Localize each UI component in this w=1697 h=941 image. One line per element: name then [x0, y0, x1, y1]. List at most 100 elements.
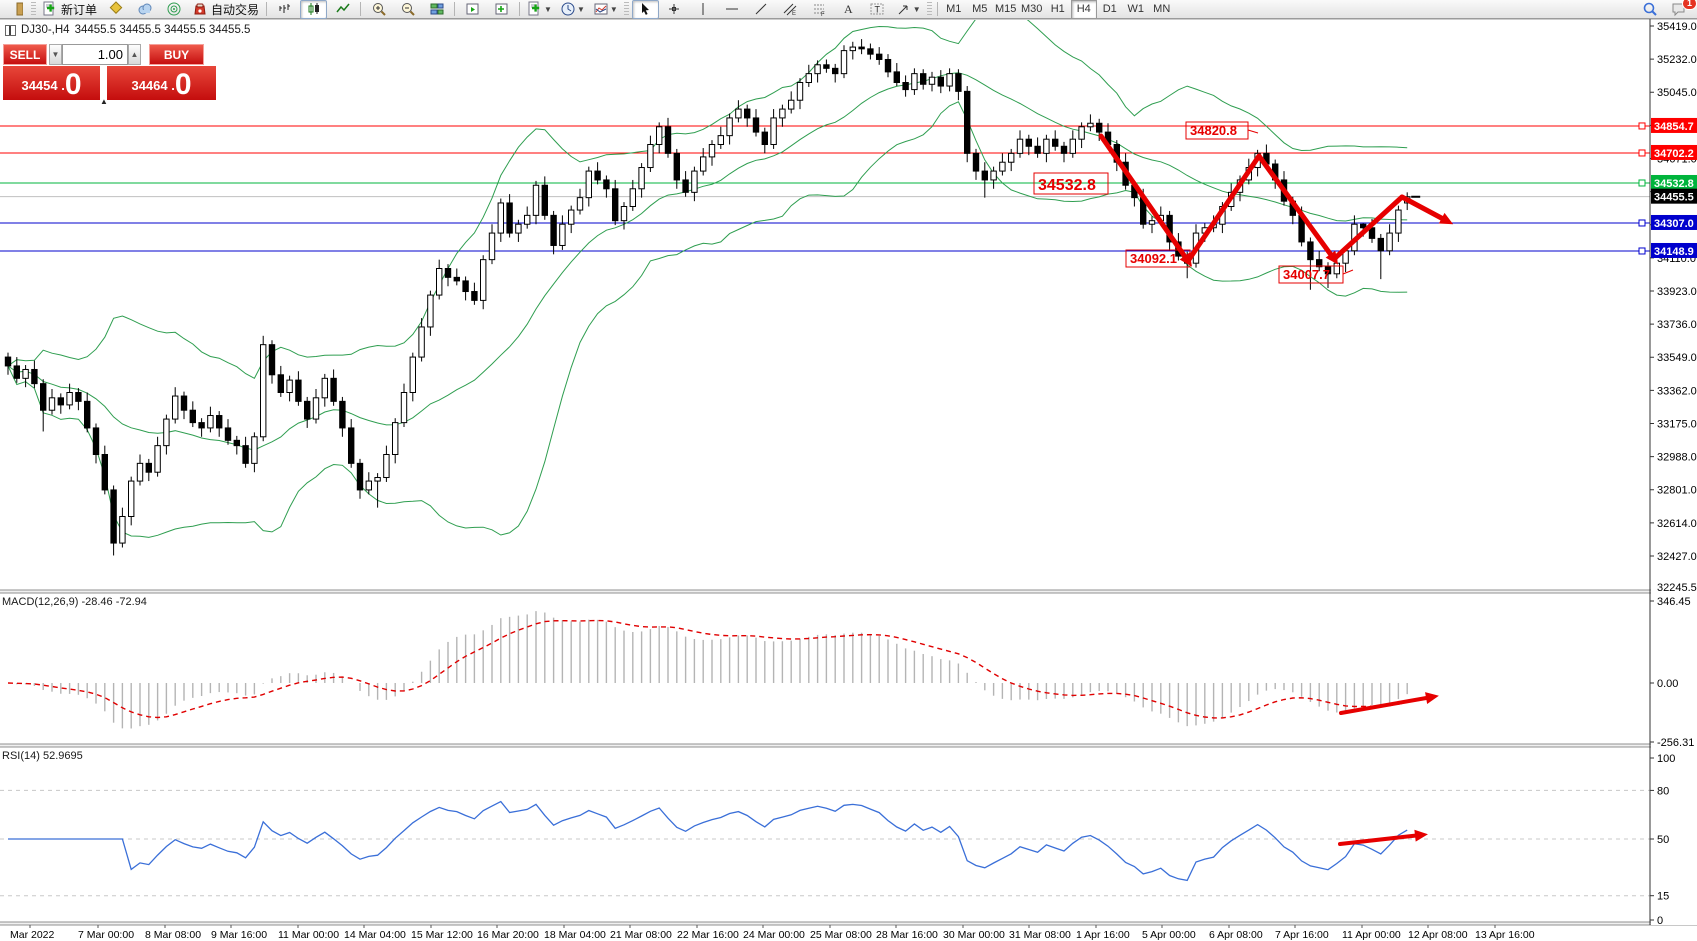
arrows-tool-button[interactable]: ▼ — [893, 0, 924, 19]
svg-text:35232.0: 35232.0 — [1657, 54, 1697, 66]
zoom-in-button[interactable] — [365, 0, 392, 19]
new-order-button[interactable]: 新订单 — [39, 0, 100, 19]
svg-text:32801.0: 32801.0 — [1657, 485, 1697, 497]
cursor-tool-button[interactable] — [632, 0, 659, 19]
svg-text:32245.5: 32245.5 — [1657, 582, 1697, 594]
svg-text:21 Mar 08:00: 21 Mar 08:00 — [610, 929, 672, 941]
annotation-label[interactable]: 34532.8 — [1038, 177, 1096, 194]
navigator-button[interactable] — [160, 0, 187, 19]
svg-text:22 Mar 16:00: 22 Mar 16:00 — [677, 929, 739, 941]
line-chart-button[interactable] — [329, 0, 356, 19]
svg-text:A: A — [844, 2, 853, 16]
timeframe-w1-button[interactable]: W1 — [1123, 0, 1149, 19]
svg-text:33736.0: 33736.0 — [1657, 319, 1697, 331]
bar-chart-button[interactable] — [271, 0, 298, 19]
buy-price[interactable]: 34464 .0 — [107, 66, 216, 100]
new-order-button-label: 新订单 — [61, 1, 97, 18]
current-price-label: 34455.5 — [1654, 192, 1694, 204]
svg-text:34307.0: 34307.0 — [1654, 218, 1694, 230]
radar-icon — [166, 1, 182, 17]
clock-icon — [560, 1, 576, 17]
dropdown-arrow-icon: ▼ — [577, 5, 585, 14]
timeframe-h1-button[interactable]: H1 — [1045, 0, 1071, 19]
crosshair-tool-button[interactable] — [661, 0, 688, 19]
annotation-label[interactable]: 34092.1 — [1130, 251, 1177, 266]
notification-badge: 1 — [1682, 0, 1697, 10]
indicator-icon — [593, 1, 609, 17]
crosshair-icon — [666, 1, 682, 17]
timeframe-mn-button[interactable]: MN — [1149, 0, 1175, 19]
new-chart-button[interactable]: ▼ — [524, 0, 555, 19]
text-tool-button[interactable]: A — [835, 0, 862, 19]
autotrading-button[interactable]: 自动交易 — [189, 0, 262, 19]
clipped-icon[interactable] — [1, 0, 28, 19]
timeframe-m15-button[interactable]: M15 — [993, 0, 1019, 19]
panel-collapse-toggle[interactable]: ▲ — [100, 97, 108, 106]
svg-text:34854.7: 34854.7 — [1654, 121, 1694, 133]
toolbar-separator — [360, 2, 361, 16]
data-window-button[interactable] — [131, 0, 158, 19]
svg-text:18 Mar 04:00: 18 Mar 04:00 — [544, 929, 606, 941]
svg-text:-256.31: -256.31 — [1657, 737, 1694, 749]
svg-text:11 Apr 00:00: 11 Apr 00:00 — [1342, 929, 1401, 941]
volume-decrease-button[interactable]: ▼ — [49, 44, 62, 65]
vertical-line-tool-button[interactable] — [690, 0, 717, 19]
svg-text:24 Mar 00:00: 24 Mar 00:00 — [743, 929, 805, 941]
svg-text:80: 80 — [1657, 785, 1669, 797]
text-label-tool-button[interactable]: T — [864, 0, 891, 19]
rsi-indicator-label: RSI(14) 52.9695 — [2, 750, 83, 762]
svg-text:6 Apr 08:00: 6 Apr 08:00 — [1209, 929, 1263, 941]
sell-price-big: 0 — [65, 71, 82, 99]
timeframe-m1-button[interactable]: M1 — [941, 0, 967, 19]
buy-button[interactable]: BUY — [149, 44, 204, 65]
fibonacci-tool-button[interactable]: F — [806, 0, 833, 19]
text-a-icon: A — [840, 1, 856, 17]
trendline-tool-button[interactable] — [748, 0, 775, 19]
dropdown-arrow-icon: ▼ — [544, 5, 552, 14]
annotation-label[interactable]: 34007.7 — [1283, 267, 1330, 282]
timeframe-m30-button[interactable]: M30 — [1019, 0, 1045, 19]
sell-price[interactable]: 34454 .0 — [3, 66, 100, 100]
notifications-button[interactable]: 1 — [1665, 0, 1692, 19]
timeframe-d1-button[interactable]: D1 — [1097, 0, 1123, 19]
svg-text:33549.0: 33549.0 — [1657, 352, 1697, 364]
robot-icon — [192, 1, 208, 17]
chart-add-icon — [494, 1, 510, 17]
timeframe-h4-button[interactable]: H4 — [1071, 0, 1097, 19]
cloud-icon — [137, 1, 153, 17]
price-axis[interactable]: 35419.035232.035045.034858.034671.034484… — [1650, 19, 1697, 927]
equidistant-channel-tool-button[interactable]: E — [777, 0, 804, 19]
timeframe-m5-button[interactable]: M5 — [967, 0, 993, 19]
candlestick-chart-button[interactable] — [300, 0, 327, 19]
clipped-icon — [7, 1, 23, 17]
buy-price-main: 34464 . — [131, 73, 174, 99]
svg-text:34148.9: 34148.9 — [1654, 246, 1694, 258]
search-button[interactable] — [1636, 0, 1663, 19]
chart-canvas[interactable]: 34820.8 34532.8 34092.1 34007.7 35419.035232… — [0, 0, 1697, 941]
autotrading-button-label: 自动交易 — [211, 1, 259, 18]
doc-plus-icon — [527, 1, 543, 17]
indicators-button[interactable]: ▼ — [590, 0, 621, 19]
svg-text:11 Mar 00:00: 11 Mar 00:00 — [278, 929, 339, 941]
svg-text:14 Mar 04:00: 14 Mar 04:00 — [344, 929, 406, 941]
svg-text:34702.2: 34702.2 — [1654, 148, 1694, 160]
volume-input[interactable] — [62, 44, 128, 65]
svg-text:9 Mar 16:00: 9 Mar 16:00 — [211, 929, 267, 941]
volume-increase-button[interactable]: ▲ — [128, 44, 141, 65]
auto-scroll-button[interactable] — [459, 0, 486, 19]
chart-symbol-icon — [5, 25, 16, 36]
sell-button[interactable]: SELL — [3, 44, 47, 65]
annotation-label[interactable]: 34820.8 — [1190, 123, 1237, 138]
chart-shift-button[interactable] — [488, 0, 515, 19]
toolbar: 新订单 自动交易 ▼ ▼ ▼ E F A T ▼ M1M5M15M30H1H4D1W1MN 1 — [0, 0, 1697, 19]
svg-text:7 Mar 00:00: 7 Mar 00:00 — [78, 929, 134, 941]
svg-text:33362.0: 33362.0 — [1657, 385, 1697, 397]
tile-windows-button[interactable] — [423, 0, 450, 19]
toolbar-separator — [266, 2, 267, 16]
horizontal-line-tool-button[interactable] — [719, 0, 746, 19]
svg-text:F: F — [821, 12, 825, 17]
market-watch-button[interactable] — [102, 0, 129, 19]
svg-text:T: T — [875, 5, 881, 15]
zoom-out-button[interactable] — [394, 0, 421, 19]
period-menu-button[interactable]: ▼ — [557, 0, 588, 19]
